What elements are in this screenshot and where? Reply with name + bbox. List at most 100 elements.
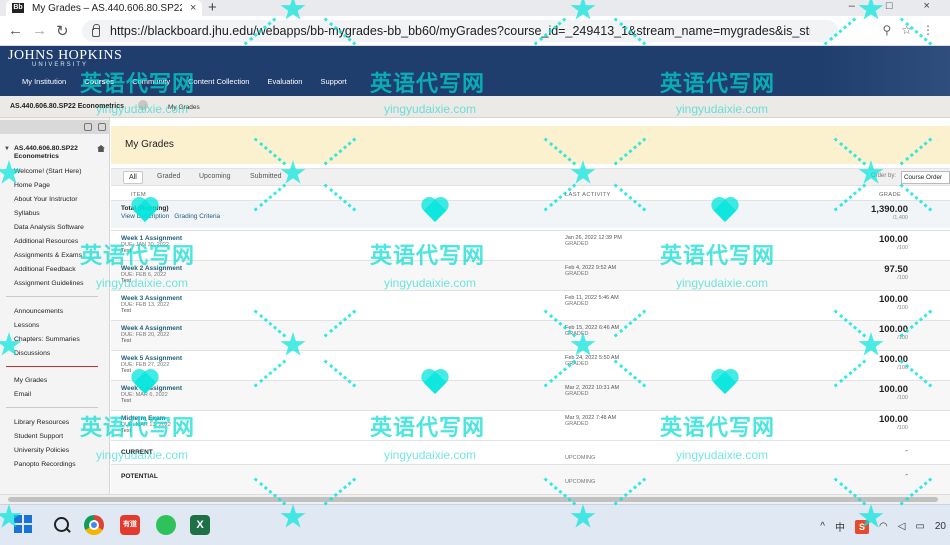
category: Test [121,308,132,314]
grading-criteria-link[interactable]: Grading Criteria [174,213,220,220]
sidebar-item-home-page[interactable]: Home Page [14,182,50,189]
breadcrumb: AS.440.606.80.SP22 Econometrics My Grade… [0,96,950,118]
home-icon[interactable] [97,145,105,152]
url-field[interactable]: https://blackboard.jhu.edu/webapps/bb-my… [82,20,838,42]
filter-bar: All Graded Upcoming Submitted Order by: … [111,168,950,186]
tab-close-icon[interactable]: × [190,2,196,14]
refresh-icon[interactable] [84,123,92,131]
assignment-title[interactable]: Week 2 Assignment [121,265,182,272]
category: Test [121,398,132,404]
scrollbar-thumb[interactable] [8,497,938,502]
input-method-icon[interactable]: 中 [835,519,845,534]
sidebar-item-assignments-exams[interactable]: Assignments & Exams [14,252,82,259]
sogou-input-icon[interactable]: S [854,519,869,534]
table-row[interactable]: Week 4 Assignment DUE: FEB 20, 2022 Test… [111,320,950,350]
institution-banner: JOHNS HOPKINS UNIVERSITY My Institution … [0,46,950,96]
grade-value: 100.00 [878,294,908,305]
assignment-title[interactable]: Midterm Exam [121,415,165,422]
wifi-icon[interactable]: ◠ [879,521,888,532]
wechat-icon[interactable] [156,515,176,535]
sidebar-item-my-grades[interactable]: My Grades [14,377,47,384]
folder-view-icon[interactable] [98,123,106,131]
order-by-select[interactable]: Course Order [901,171,950,184]
windows-taskbar: 有道 X ^ 中 S ◠ ◁ ▭ 20 [0,504,950,545]
course-menu-sidebar: ▼ AS.440.606.80.SP22 Econometrics Welcom… [0,118,110,494]
sidebar-item-discussions[interactable]: Discussions [14,350,50,357]
table-row[interactable]: Week 1 Assignment DUE: JAN 30, 2022 Test… [111,230,950,260]
sidebar-course-title[interactable]: AS.440.606.80.SP22 Econometrics [14,145,94,161]
table-row-potential[interactable]: POTENTIAL UPCOMING - [111,464,950,494]
filter-all[interactable]: All [123,171,143,184]
grade-out-of: /100 [897,335,908,341]
column-header-item: ITEM [131,192,147,198]
lock-icon[interactable] [92,23,100,37]
assignment-title[interactable]: Week 4 Assignment [121,325,182,332]
horizontal-scrollbar[interactable] [0,494,950,504]
chrome-icon[interactable] [84,515,104,535]
nav-courses[interactable]: Courses [84,77,114,86]
nav-support[interactable]: Support [320,77,346,86]
window-controls[interactable]: – □ × [849,0,944,12]
tray-overflow-icon[interactable]: ^ [820,521,825,532]
table-row-current[interactable]: CURRENT UPCOMING - [111,440,950,464]
sidebar-divider [6,366,98,367]
assignment-title[interactable]: Week 6 Assignment [121,385,182,392]
table-row[interactable]: Week 2 Assignment DUE: FEB 6, 2022 Test … [111,260,950,290]
new-tab-button[interactable]: + [208,0,217,16]
forward-arrow-icon[interactable]: → [32,22,47,39]
table-row[interactable]: Week 5 Assignment DUE: FEB 27, 2022 Test… [111,350,950,380]
table-row-total[interactable]: Total (Running) View Description Grading … [111,200,950,228]
blackboard-favicon-icon: Bb [12,3,24,13]
sidebar-item-additional-feedback[interactable]: Additional Feedback [14,266,76,273]
grade-value: 100.00 [878,384,908,395]
nav-evaluation[interactable]: Evaluation [267,77,302,86]
sidebar-item-about-instructor[interactable]: About Your Instructor [14,196,77,203]
assignment-title[interactable]: Week 5 Assignment [121,355,182,362]
view-description-link[interactable]: View Description [121,213,169,220]
table-row[interactable]: Week 6 Assignment DUE: MAR 6, 2022 Test … [111,380,950,410]
speaker-icon[interactable]: ◁ [898,521,906,532]
assignment-title[interactable]: Week 3 Assignment [121,295,182,302]
sidebar-item-student-support[interactable]: Student Support [14,433,63,440]
browser-tab[interactable]: Bb My Grades – AS.440.606.80.SP22 × [6,0,202,16]
filter-upcoming[interactable]: Upcoming [199,173,231,180]
breadcrumb-current: My Grades [168,104,200,111]
collapse-caret-icon[interactable]: ▼ [4,146,10,152]
grade-out-of: /100 [897,245,908,251]
sidebar-item-panopto-recordings[interactable]: Panopto Recordings [14,461,76,468]
grade-value: 100.00 [878,354,908,365]
breadcrumb-course[interactable]: AS.440.606.80.SP22 Econometrics [10,103,124,110]
filter-graded[interactable]: Graded [157,173,180,180]
sidebar-item-library-resources[interactable]: Library Resources [14,419,69,426]
url-text[interactable]: https://blackboard.jhu.edu/webapps/bb-my… [110,24,810,38]
reload-icon[interactable]: ↻ [56,22,69,40]
sidebar-item-chapters-summaries[interactable]: Chapters: Summaries [14,336,80,343]
sidebar-item-announcements[interactable]: Announcements [14,308,63,315]
current-title: CURRENT [121,449,153,456]
sidebar-item-additional-resources[interactable]: Additional Resources [14,238,78,245]
nav-community[interactable]: Community [132,77,170,86]
battery-icon[interactable]: ▭ [915,521,924,532]
search-icon[interactable] [52,515,72,535]
youdao-dictionary-icon[interactable]: 有道 [120,515,140,535]
sidebar-item-assignment-guidelines[interactable]: Assignment Guidelines [14,280,84,287]
filter-submitted[interactable]: Submitted [250,173,282,180]
sidebar-item-lessons[interactable]: Lessons [14,322,39,329]
windows-start-icon[interactable] [14,515,34,535]
sidebar-divider [6,407,98,408]
sidebar-item-university-policies[interactable]: University Policies [14,447,69,454]
back-arrow-icon[interactable]: ← [8,22,23,39]
table-row[interactable]: Week 3 Assignment DUE: FEB 13, 2022 Test… [111,290,950,320]
sidebar-item-syllabus[interactable]: Syllabus [14,210,40,217]
assignment-title[interactable]: Week 1 Assignment [121,235,182,242]
sidebar-item-data-analysis-software[interactable]: Data Analysis Software [14,224,84,231]
sidebar-item-welcome[interactable]: Welcome! (Start Here) [14,168,81,175]
browser-toolbar-icons[interactable]: ⚲☆⋮ [882,23,944,37]
clock[interactable]: 20 [935,521,946,532]
excel-icon[interactable]: X [190,515,210,535]
sidebar-item-email[interactable]: Email [14,391,31,398]
nav-content-collection[interactable]: Content Collection [188,77,249,86]
table-row[interactable]: Midterm Exam DUE: MAR 13, 2022 Test Mar … [111,410,950,440]
nav-my-institution[interactable]: My Institution [22,77,66,86]
activity-status: GRADED [565,421,589,427]
